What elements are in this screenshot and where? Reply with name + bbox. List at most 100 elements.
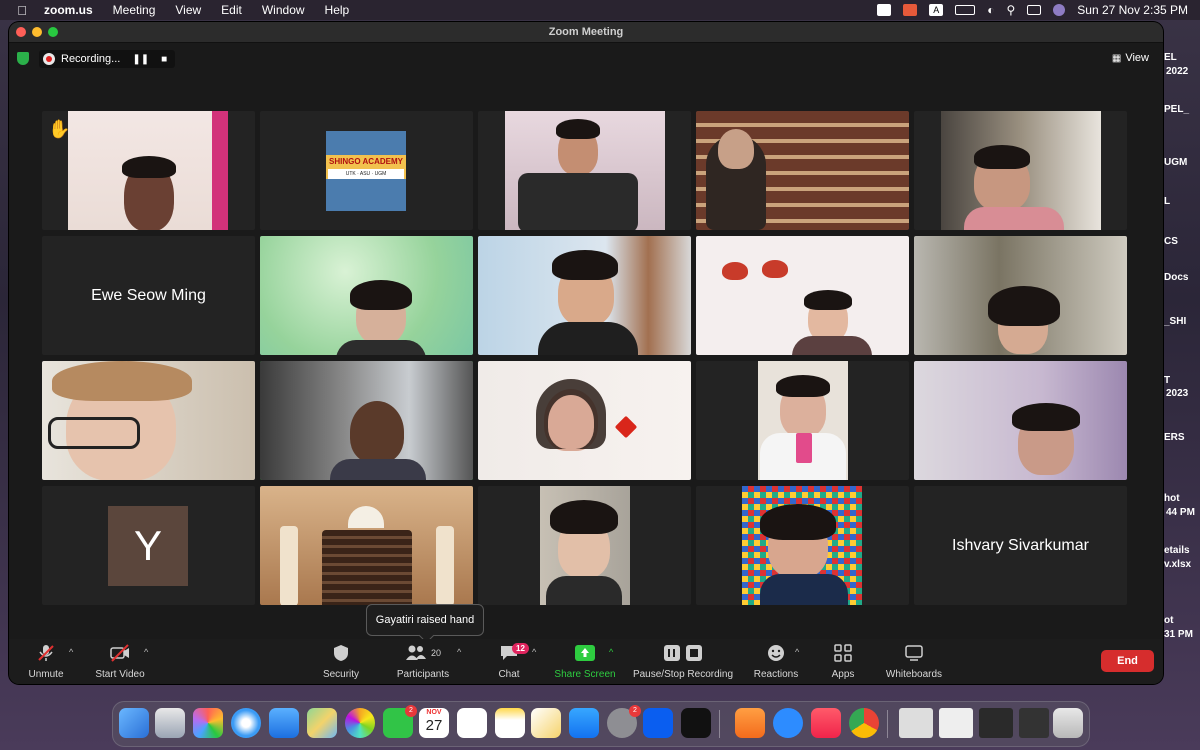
books-icon[interactable]: [735, 708, 765, 738]
participant-tile[interactable]: Y: [42, 486, 255, 605]
desktop-label: v.xlsx: [1164, 559, 1192, 570]
participant-tile[interactable]: [260, 236, 473, 355]
battery-icon[interactable]: [955, 5, 976, 15]
pause-stop-icon: [628, 643, 738, 663]
dropbox-icon[interactable]: [643, 708, 673, 738]
system-settings-icon[interactable]: 2: [607, 705, 641, 738]
menu-app-name[interactable]: zoom.us: [44, 3, 93, 17]
zoom-window: Zoom Meeting Recording... ❚❚ ■ ▦ View ✋ …: [9, 22, 1163, 684]
participant-tile[interactable]: [914, 361, 1127, 480]
participant-name: Ewe Seow Ming: [91, 286, 206, 304]
window-title: Zoom Meeting: [548, 26, 624, 38]
photos-icon[interactable]: [345, 708, 375, 738]
participant-tile[interactable]: Ewe Seow Ming: [42, 236, 255, 355]
audio-options-caret-icon[interactable]: ^: [69, 647, 73, 657]
stop-recording-icon[interactable]: ■: [161, 54, 167, 65]
zoom-icon[interactable]: [773, 708, 803, 738]
finder-icon[interactable]: [119, 708, 149, 738]
video-off-icon: [75, 643, 165, 663]
minimized-window-thumbnail[interactable]: [939, 708, 973, 738]
participants-button[interactable]: 20 Participants: [378, 643, 468, 680]
desktop-label: PEL_: [1164, 104, 1190, 115]
notification-status-icon[interactable]: [903, 4, 918, 16]
security-button[interactable]: Security: [296, 643, 386, 680]
search-icon[interactable]: ⚲: [1006, 3, 1015, 17]
menu-edit[interactable]: Edit: [221, 3, 242, 17]
participant-tile[interactable]: SHINGO ACADEMY UTK · ASU · UGM: [260, 111, 473, 230]
participant-tile[interactable]: [478, 486, 691, 605]
mail-icon[interactable]: [269, 708, 299, 738]
input-source-icon[interactable]: A: [929, 4, 944, 16]
app-store-icon[interactable]: [569, 708, 599, 738]
zoom-window-button[interactable]: [48, 27, 58, 37]
participant-tile[interactable]: [478, 111, 691, 230]
minimized-window-thumbnail[interactable]: [899, 708, 933, 738]
whiteboards-button[interactable]: Whiteboards: [869, 643, 959, 680]
participant-tile[interactable]: [696, 361, 909, 480]
reminders-icon[interactable]: [457, 708, 487, 738]
whiteboard-icon: [869, 643, 959, 663]
menu-help[interactable]: Help: [325, 3, 350, 17]
share-screen-icon: [540, 643, 630, 663]
pause-recording-icon[interactable]: ❚❚: [132, 54, 149, 65]
pages-icon[interactable]: [531, 708, 561, 738]
view-button[interactable]: ▦ View: [1112, 52, 1149, 64]
recording-cloud-icon: [43, 53, 55, 65]
calendar-icon[interactable]: NOV 27: [419, 708, 449, 738]
music-icon[interactable]: [811, 708, 841, 738]
participant-tile[interactable]: ✋: [42, 111, 255, 230]
participant-tile[interactable]: [478, 236, 691, 355]
participant-tile[interactable]: [914, 236, 1127, 355]
video-options-caret-icon[interactable]: ^: [144, 647, 148, 657]
participant-tile[interactable]: [696, 236, 909, 355]
minimized-window-thumbnail[interactable]: [979, 708, 1013, 738]
participant-tile[interactable]: [478, 361, 691, 480]
trash-icon[interactable]: [1053, 708, 1083, 738]
active-speaker-tile[interactable]: [260, 361, 473, 480]
menu-window[interactable]: Window: [262, 3, 305, 17]
participant-tile[interactable]: [42, 361, 255, 480]
apple-icon[interactable]: : [14, 3, 30, 18]
chat-caret-icon[interactable]: ^: [532, 647, 536, 657]
menu-meeting[interactable]: Meeting: [113, 3, 156, 17]
close-window-button[interactable]: [16, 27, 26, 37]
security-shield-icon[interactable]: [17, 52, 29, 65]
launchpad-icon[interactable]: [193, 708, 223, 738]
desktop-label: 2023: [1166, 388, 1189, 399]
grid-icon: ▦: [1111, 52, 1122, 64]
raised-hand-icon: ✋: [48, 119, 71, 139]
start-video-button[interactable]: Start Video: [75, 643, 165, 680]
participant-tile[interactable]: [696, 486, 909, 605]
share-options-caret-icon[interactable]: ^: [609, 647, 613, 657]
control-center-icon[interactable]: [1027, 5, 1042, 15]
participant-tile[interactable]: [696, 111, 909, 230]
facetime-icon[interactable]: 2: [383, 705, 417, 738]
preview-icon[interactable]: [155, 708, 185, 738]
participants-icon: 20: [378, 643, 468, 663]
menu-clock[interactable]: Sun 27 Nov 2:35 PM: [1077, 3, 1188, 17]
desktop-label: hot: [1164, 493, 1180, 504]
shingo-academy-sign: SHINGO ACADEMY UTK · ASU · UGM: [326, 131, 406, 211]
participant-tile[interactable]: [260, 486, 473, 605]
participant-tile[interactable]: [914, 111, 1127, 230]
zoom-status-icon[interactable]: [877, 4, 892, 16]
share-screen-button[interactable]: Share Screen: [540, 643, 630, 680]
minimize-window-button[interactable]: [32, 27, 42, 37]
participant-tile[interactable]: Ishvary Sivarkumar: [914, 486, 1127, 605]
capcut-icon[interactable]: [681, 708, 711, 738]
minimized-window-thumbnail[interactable]: [1019, 708, 1049, 738]
desktop-label: CS: [1164, 236, 1178, 247]
desktop-label: 44 PM: [1166, 507, 1195, 518]
safari-icon[interactable]: [231, 708, 261, 738]
menu-view[interactable]: View: [175, 3, 201, 17]
chrome-icon[interactable]: [849, 708, 879, 738]
pause-stop-recording-button[interactable]: Pause/Stop Recording: [628, 643, 738, 680]
notes-icon[interactable]: [495, 708, 525, 738]
siri-icon[interactable]: [1053, 4, 1066, 16]
participants-caret-icon[interactable]: ^: [457, 647, 461, 657]
wifi-icon[interactable]: ◐: [987, 3, 994, 17]
desktop-label: etails: [1164, 545, 1190, 556]
maps-icon[interactable]: [307, 708, 337, 738]
desktop-label: Docs: [1164, 272, 1189, 283]
end-meeting-button[interactable]: End: [1101, 650, 1154, 672]
